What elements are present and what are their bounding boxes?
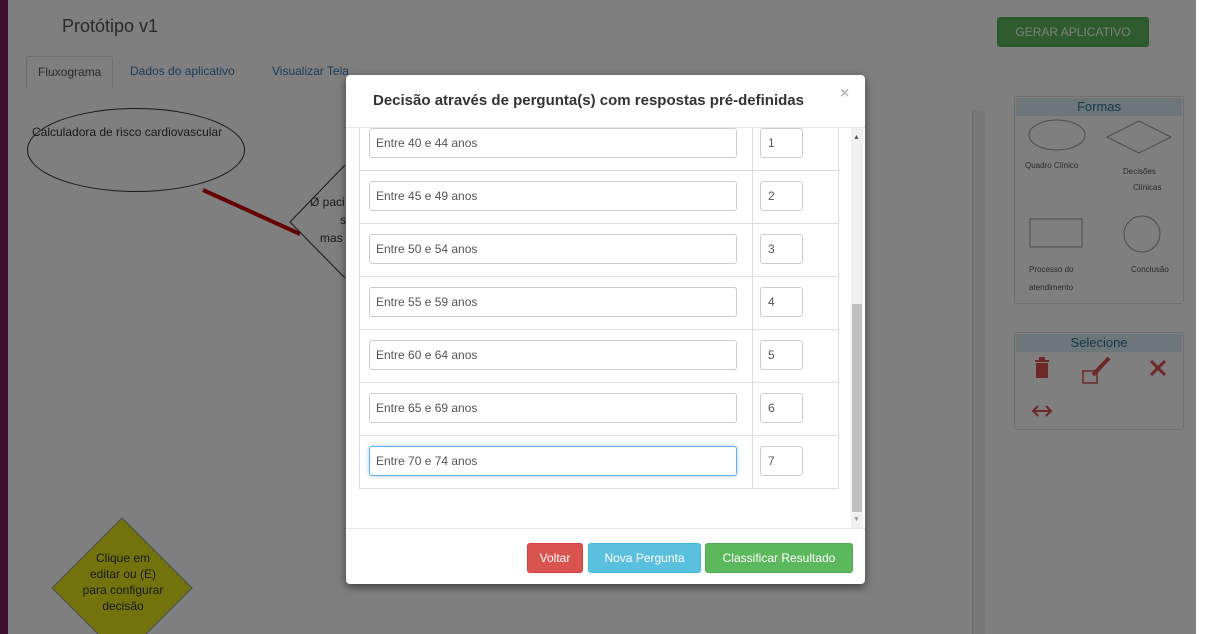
scroll-down-icon[interactable]: ▼ xyxy=(853,516,860,523)
row-divider xyxy=(752,171,753,223)
row-divider xyxy=(752,330,753,382)
answer-score-input[interactable] xyxy=(760,340,803,370)
answer-score-input[interactable] xyxy=(760,128,803,158)
row-divider xyxy=(752,383,753,435)
answer-row xyxy=(360,276,838,329)
new-question-button[interactable]: Nova Pergunta xyxy=(588,543,701,573)
modal-title: Decisão através de pergunta(s) com respo… xyxy=(373,92,804,109)
modal-footer: Voltar Nova Pergunta Classificar Resulta… xyxy=(346,528,865,585)
page-scrollbar[interactable] xyxy=(1196,0,1206,634)
answer-row xyxy=(360,435,838,488)
answer-row xyxy=(360,382,838,435)
answers-table xyxy=(359,128,839,489)
answer-text-input[interactable] xyxy=(369,234,737,264)
modal-scrollbar-thumb[interactable] xyxy=(852,304,862,512)
answer-score-input[interactable] xyxy=(760,234,803,264)
answer-score-input[interactable] xyxy=(760,446,803,476)
answer-row xyxy=(360,128,838,170)
answer-row xyxy=(360,329,838,382)
answer-score-input[interactable] xyxy=(760,393,803,423)
close-icon[interactable]: × xyxy=(840,85,849,103)
decision-modal: Decisão através de pergunta(s) com respo… xyxy=(346,75,865,584)
answer-text-input[interactable] xyxy=(369,446,737,476)
modal-scrollbar[interactable]: ▲ ▼ xyxy=(851,128,863,528)
answer-text-input[interactable] xyxy=(369,128,737,158)
answer-text-input[interactable] xyxy=(369,393,737,423)
modal-header: Decisão através de pergunta(s) com respo… xyxy=(346,75,865,128)
answer-row xyxy=(360,223,838,276)
answer-text-input[interactable] xyxy=(369,181,737,211)
classify-result-button[interactable]: Classificar Resultado xyxy=(705,543,853,573)
row-divider xyxy=(752,436,753,488)
answer-text-input[interactable] xyxy=(369,287,737,317)
answer-score-input[interactable] xyxy=(760,287,803,317)
modal-body xyxy=(346,128,865,528)
answer-row xyxy=(360,170,838,223)
answer-score-input[interactable] xyxy=(760,181,803,211)
page: Protótipo v1 GERAR APLICATIVO Fluxograma… xyxy=(0,0,1206,634)
row-divider xyxy=(752,128,753,170)
row-divider xyxy=(752,277,753,329)
answer-text-input[interactable] xyxy=(369,340,737,370)
back-button[interactable]: Voltar xyxy=(527,543,583,573)
row-divider xyxy=(752,224,753,276)
scroll-up-icon[interactable]: ▲ xyxy=(853,134,860,141)
